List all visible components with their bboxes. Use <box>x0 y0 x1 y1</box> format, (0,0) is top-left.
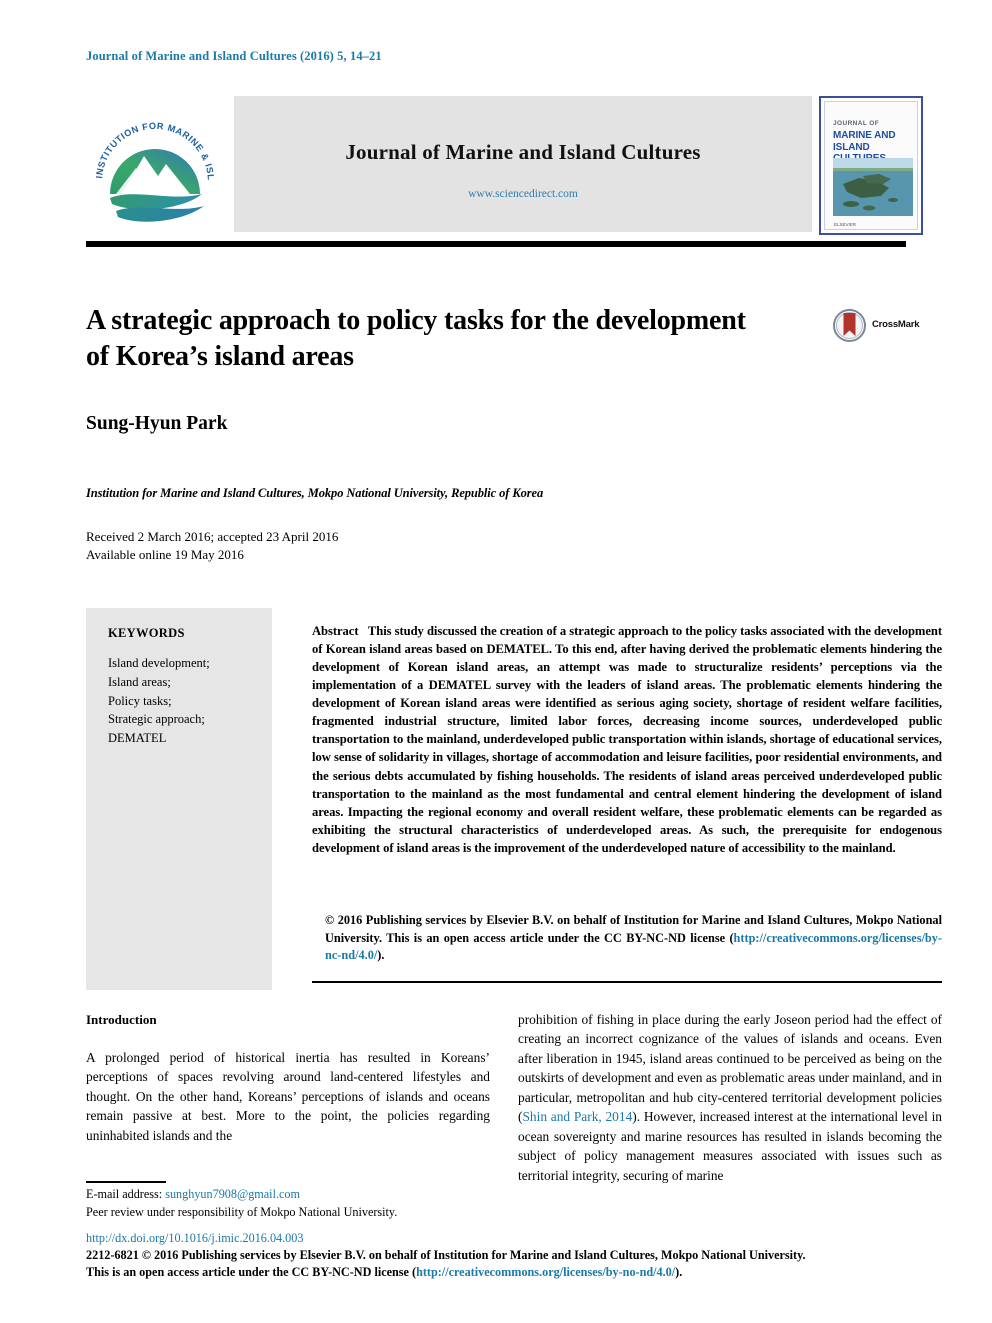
peer-review-note: Peer review under responsibility of Mokp… <box>86 1204 398 1219</box>
keywords-box: KEYWORDS Island development; Island area… <box>86 608 272 990</box>
cover-journal-of-label: JOURNAL OF <box>833 120 880 127</box>
received-date: Received 2 March 2016; accepted 23 April… <box>86 529 339 544</box>
institution-logo: INSTITUTION FOR MARINE & ISLAND CULTURES <box>86 98 224 234</box>
section-heading-introduction: Introduction <box>86 1012 157 1027</box>
cover-island-photo <box>833 158 913 216</box>
footnote-block: E-mail address: sunghyun7908@gmail.com P… <box>86 1186 506 1221</box>
email-line: E-mail address: sunghyun7908@gmail.com <box>86 1186 506 1204</box>
sciencedirect-link[interactable]: www.sciencedirect.com <box>234 188 812 200</box>
license-line: This is an open access article under the… <box>86 1264 942 1281</box>
body-right-part-1: prohibition of fishing in place during t… <box>518 1012 942 1125</box>
available-online-date: Available online 19 May 2016 <box>86 547 244 563</box>
cover-publisher-label: ELSEVIER <box>834 222 857 227</box>
body-column-left: A prolonged period of historical inertia… <box>86 1050 490 1143</box>
footnote-divider <box>86 1181 166 1183</box>
crossmark-icon <box>833 309 866 342</box>
masthead: INSTITUTION FOR MARINE & ISLAND CULTURES… <box>86 96 923 236</box>
institution-logo-icon: INSTITUTION FOR MARINE & ISLAND CULTURES <box>86 98 215 222</box>
journal-title: Journal of Marine and Island Cultures <box>345 140 701 164</box>
license-link[interactable]: http://creativecommons.org/licenses/by-n… <box>416 1265 675 1279</box>
footer-license-block: 2212-6821 © 2016 Publishing services by … <box>86 1247 942 1281</box>
abstract-body: This study discussed the creation of a s… <box>312 624 943 855</box>
email-label: E-mail address: <box>86 1187 163 1201</box>
cover-title-line-1: MARINE AND <box>833 130 896 141</box>
license-prefix: This is an open access article under the… <box>86 1264 417 1279</box>
article-page: Journal of Marine and Island Cultures (2… <box>0 0 992 1323</box>
article-dates: Received 2 March 2016; accepted 23 April… <box>86 528 338 565</box>
abstract-text: Abstract This study discussed the creati… <box>312 622 942 857</box>
abstract-label: Abstract <box>312 624 359 638</box>
journal-banner: Journal of Marine and Island Cultures ww… <box>234 96 812 232</box>
crossmark-badge[interactable]: CrossMark <box>833 309 929 343</box>
running-head: Journal of Marine and Island Cultures (2… <box>86 49 382 63</box>
cover-photo-art <box>833 158 913 216</box>
abstract-copyright: © 2016 Publishing services by Elsevier B… <box>325 912 942 965</box>
author-name: Sung-Hyun Park <box>86 413 228 434</box>
issn-copyright-line: 2212-6821 © 2016 Publishing services by … <box>86 1248 806 1262</box>
crossmark-label: CrossMark <box>872 319 920 330</box>
license-tail: ). <box>675 1264 683 1279</box>
abstract-divider <box>312 981 942 983</box>
citation-link[interactable]: Shin and Park, 2014 <box>522 1109 632 1124</box>
author-affiliation: Institution for Marine and Island Cultur… <box>86 486 544 500</box>
keywords-list: Island development; Island areas; Policy… <box>108 656 210 745</box>
copyright-tail: ). <box>377 948 385 963</box>
email-link[interactable]: sunghyun7908@gmail.com <box>165 1187 300 1201</box>
page-title: A strategic approach to policy tasks for… <box>86 305 746 373</box>
keywords-heading: KEYWORDS <box>108 626 185 640</box>
header-divider <box>86 241 906 247</box>
doi-link[interactable]: http://dx.doi.org/10.1016/j.imic.2016.04… <box>86 1231 303 1246</box>
body-column-right: prohibition of fishing in place during t… <box>518 1010 942 1185</box>
journal-cover-thumbnail: JOURNAL OF MARINE AND ISLAND CULTURES <box>819 96 923 235</box>
